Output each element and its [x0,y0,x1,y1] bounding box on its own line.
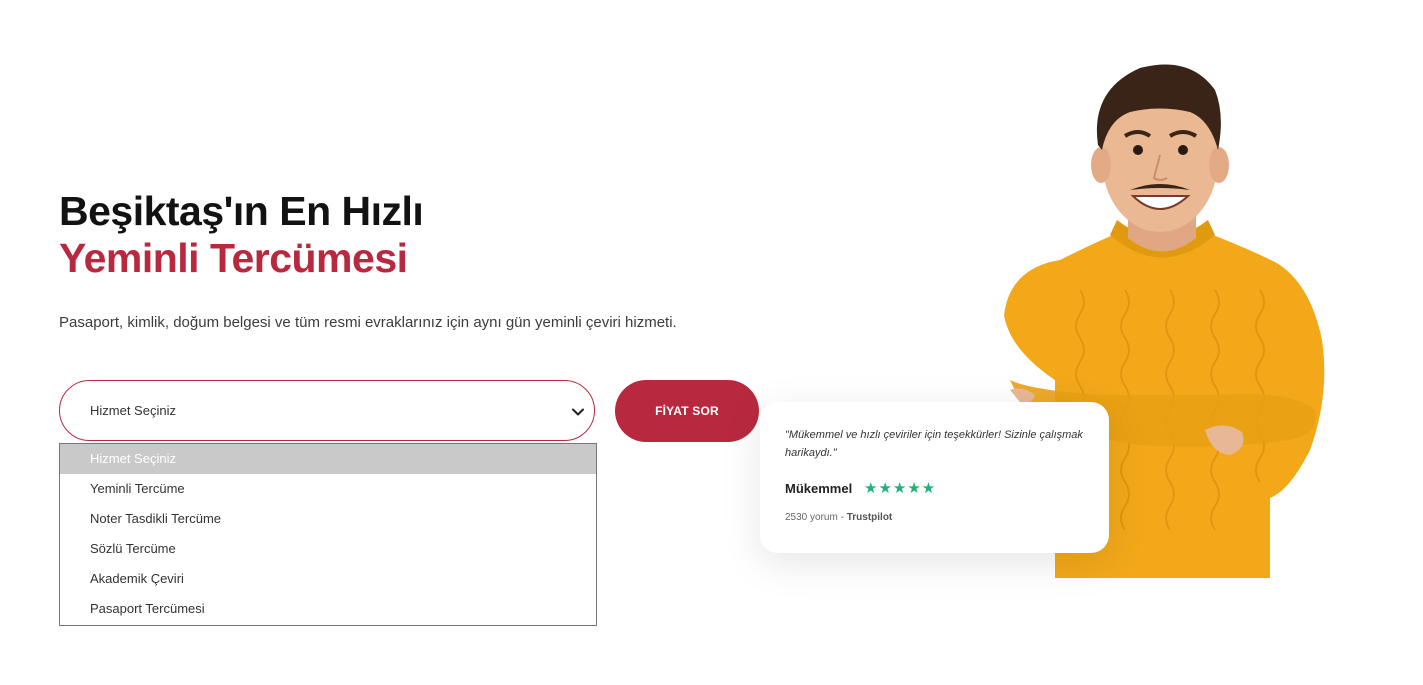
review-meta: 2530 yorum - Trustpilot [785,512,892,523]
star-icon: ★★★★★ [864,480,937,497]
review-rating-label: Mükemmel [785,481,853,496]
get-price-button[interactable]: FİYAT SOR [615,380,759,442]
service-dropdown-list: Hizmet Seçiniz Yeminli Tercüme Noter Tas… [59,443,597,626]
dropdown-option[interactable]: Hizmet Seçiniz [60,444,596,474]
hero-title-line1: Beşiktaş'ın En Hızlı [59,188,424,234]
hero-title-line2: Yeminli Tercümesi [59,235,408,282]
service-select-value: Hizmet Seçiniz [90,403,176,418]
service-select[interactable]: Hizmet Seçiniz [59,380,595,441]
dropdown-option[interactable]: Akademik Çeviri [60,564,596,594]
dropdown-option[interactable]: Yeminli Tercüme [60,474,596,504]
hero-title: Beşiktaş'ın En Hızlı Yeminli Tercümesi [59,188,424,282]
dropdown-option[interactable]: Sözlü Tercüme [60,534,596,564]
review-count: 2530 yorum [785,512,838,523]
chevron-down-icon [572,408,584,416]
review-source: Trustpilot [846,512,893,523]
hero-subtitle: Pasaport, kimlik, doğum belgesi ve tüm r… [59,314,677,331]
review-card: "Mükemmel ve hızlı çeviriler için teşekk… [760,402,1109,553]
dropdown-option[interactable]: Noter Tasdikli Tercüme [60,504,596,534]
dropdown-option[interactable]: Pasaport Tercümesi [60,594,596,624]
review-separator: - [837,512,847,523]
review-quote: "Mükemmel ve hızlı çeviriler için teşekk… [785,429,1083,459]
